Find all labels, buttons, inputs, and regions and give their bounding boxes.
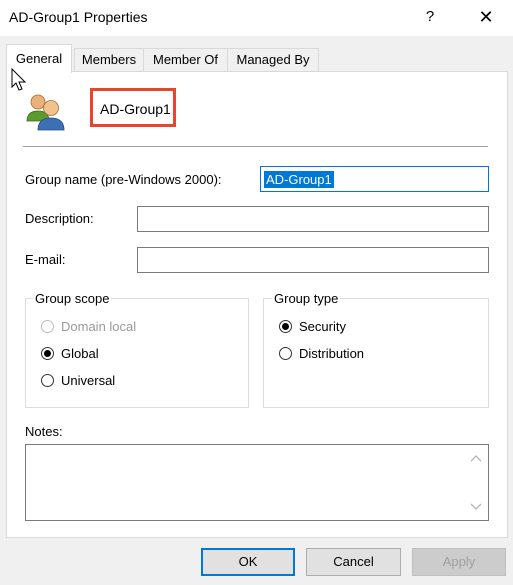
group-type-box bbox=[263, 298, 489, 408]
help-button[interactable]: ? bbox=[418, 4, 442, 30]
universal-label[interactable]: Universal bbox=[61, 373, 115, 388]
group-type-legend: Group type bbox=[272, 291, 341, 306]
description-field[interactable] bbox=[137, 206, 489, 232]
tab-managed-by[interactable]: Managed By bbox=[227, 48, 319, 71]
radio-global[interactable] bbox=[41, 347, 54, 360]
global-label[interactable]: Global bbox=[61, 346, 99, 361]
distribution-label[interactable]: Distribution bbox=[299, 346, 364, 361]
separator bbox=[23, 146, 488, 147]
scroll-down-icon[interactable] bbox=[470, 503, 482, 511]
domain-local-label: Domain local bbox=[61, 319, 137, 334]
apply-button[interactable]: Apply bbox=[412, 548, 506, 576]
radio-universal[interactable] bbox=[41, 374, 54, 387]
mouse-cursor-icon bbox=[11, 68, 27, 91]
ok-button[interactable]: OK bbox=[201, 548, 295, 576]
group-scope-legend: Group scope bbox=[33, 291, 112, 306]
security-label[interactable]: Security bbox=[299, 319, 346, 334]
description-label: Description: bbox=[25, 211, 94, 226]
scroll-up-icon[interactable] bbox=[470, 454, 482, 462]
radio-security[interactable] bbox=[279, 320, 292, 333]
radio-domain-local bbox=[41, 320, 54, 333]
notes-field[interactable] bbox=[25, 444, 489, 521]
notes-scrollbar[interactable] bbox=[464, 445, 488, 520]
group-name: AD-Group1 bbox=[100, 101, 171, 117]
pre2000-name-label: Group name (pre-Windows 2000): bbox=[25, 172, 222, 187]
tab-members[interactable]: Members bbox=[74, 48, 144, 71]
group-scope-box bbox=[25, 298, 249, 408]
notes-label: Notes: bbox=[25, 424, 63, 439]
group-icon bbox=[26, 94, 65, 131]
pre2000-name-value: AD-Group1 bbox=[264, 171, 334, 188]
close-button[interactable]: ✕ bbox=[471, 4, 501, 30]
radio-distribution[interactable] bbox=[279, 347, 292, 360]
window-title: AD-Group1 Properties bbox=[9, 9, 148, 25]
tab-member-of[interactable]: Member Of bbox=[143, 48, 228, 71]
cancel-button[interactable]: Cancel bbox=[306, 548, 401, 576]
email-field[interactable] bbox=[137, 247, 489, 273]
email-label: E-mail: bbox=[25, 252, 66, 267]
